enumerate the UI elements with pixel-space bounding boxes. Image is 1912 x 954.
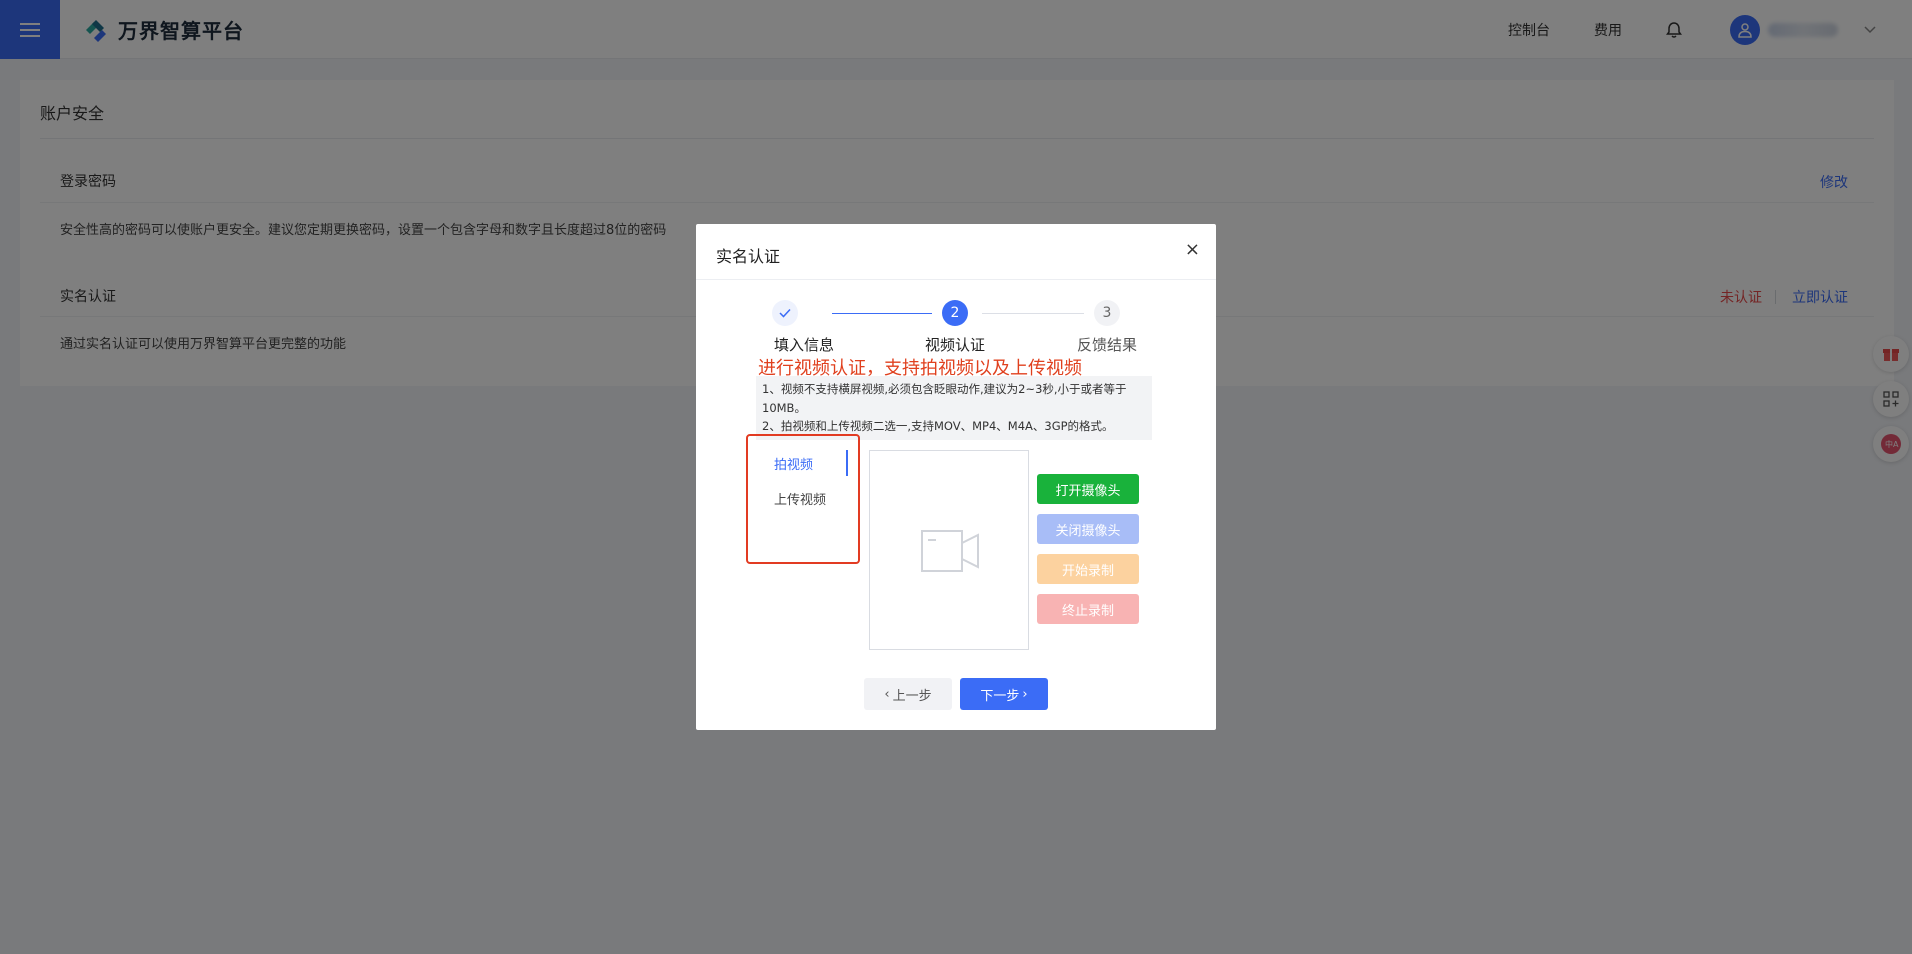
notice-line-2: 2、拍视频和上传视频二选一,支持MOV、MP4、M4A、3GP的格式。 — [762, 419, 1114, 433]
open-camera-button[interactable]: 打开摄像头 — [1037, 474, 1139, 504]
tab-upload-video[interactable]: 上传视频 — [774, 489, 826, 508]
realname-modal: 实名认证 × 2 3 填入信息 视频认证 反馈结果 进行视频认证，支持拍视频以及… — [696, 224, 1216, 730]
step-1-label: 填入信息 — [774, 336, 835, 354]
chevron-left-icon: ‹ — [884, 686, 890, 702]
step-3-pending: 3 — [1094, 300, 1120, 326]
chevron-right-icon: › — [1022, 686, 1028, 702]
modal-header: 实名认证 × — [696, 224, 1216, 280]
prev-step-button[interactable]: ‹ 上一步 — [864, 678, 952, 710]
step-2-active: 2 — [942, 300, 968, 326]
step-connector — [982, 313, 1084, 314]
close-camera-button[interactable]: 关闭摄像头 — [1037, 514, 1139, 544]
step-2-label: 视频认证 — [925, 336, 986, 354]
next-step-button[interactable]: 下一步 › — [960, 678, 1048, 710]
video-mode-tabs: 拍视频 上传视频 — [758, 444, 850, 524]
prev-label: 上一步 — [892, 688, 932, 704]
stop-record-button[interactable]: 终止录制 — [1037, 594, 1139, 624]
video-camera-icon — [921, 530, 979, 572]
active-tab-indicator — [846, 450, 848, 476]
close-button[interactable]: × — [1185, 240, 1200, 260]
start-record-button[interactable]: 开始录制 — [1037, 554, 1139, 584]
tab-record-video[interactable]: 拍视频 — [774, 454, 813, 473]
notice-line-1: 1、视频不支持横屏视频,必须包含眨眼动作,建议为2~3秒,小于或者等于10MB。 — [762, 382, 1127, 415]
notice-box: 1、视频不支持横屏视频,必须包含眨眼动作,建议为2~3秒,小于或者等于10MB。… — [756, 376, 1152, 440]
check-icon — [779, 308, 791, 318]
step-3-label: 反馈结果 — [1077, 336, 1138, 354]
step-1-done — [772, 300, 798, 326]
modal-title: 实名认证 — [716, 247, 781, 266]
video-preview — [869, 450, 1029, 650]
next-label: 下一步 — [980, 688, 1020, 704]
step-connector — [832, 313, 932, 314]
